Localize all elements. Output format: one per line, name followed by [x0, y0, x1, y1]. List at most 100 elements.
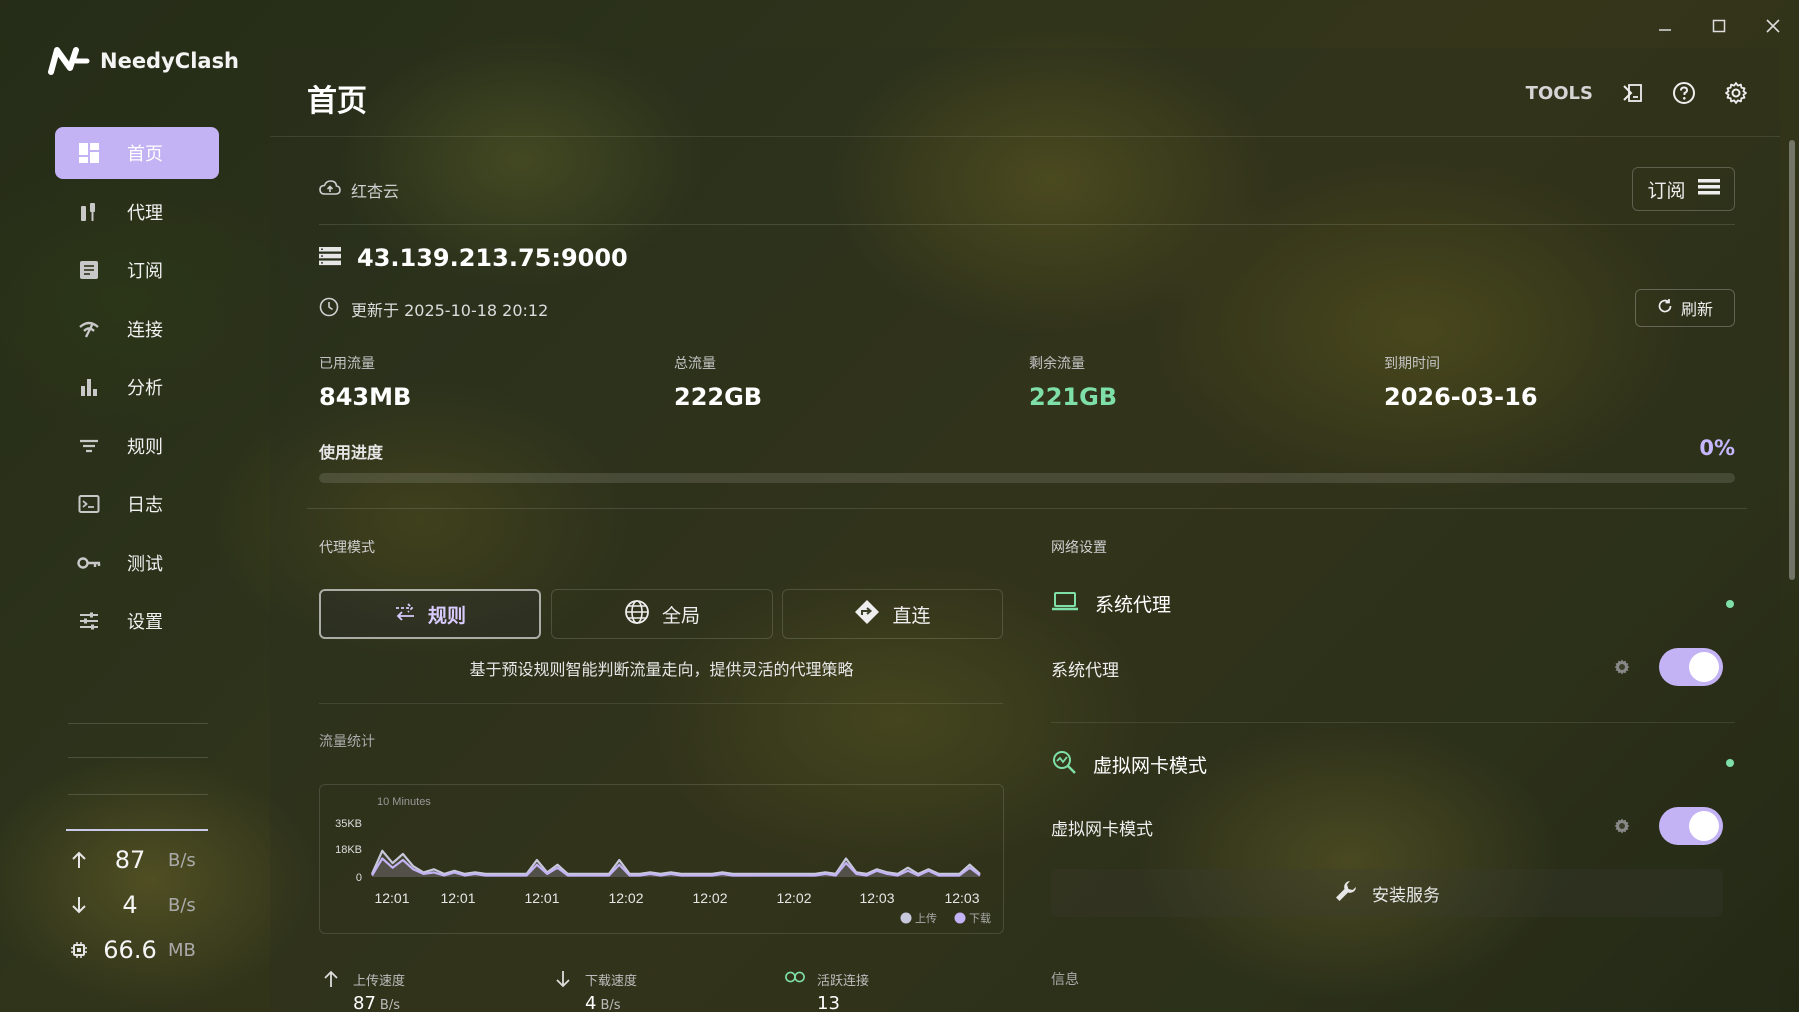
- system-proxy-label: 系统代理: [1051, 661, 1119, 681]
- system-proxy-heading: 系统代理: [1051, 590, 1171, 617]
- sidebar-download-speed: 4 B/s: [66, 891, 216, 919]
- chart-x-tick: 12:02: [776, 890, 811, 906]
- traffic-stats-title: 流量统计: [319, 734, 375, 750]
- system-proxy-gear-icon[interactable]: [1612, 657, 1632, 677]
- progress-percent: 0%: [1699, 436, 1735, 460]
- filter-icon: [55, 435, 123, 457]
- chart-y-tick: 18KB: [335, 844, 362, 856]
- app-logo: NeedyClash: [48, 46, 239, 76]
- key-icon: [55, 552, 123, 574]
- traffic-chart: 10 Minutes 35KB 18KB 0 12:01 12:01 12:01 12:02 1…: [319, 784, 1004, 934]
- sidebar-divider: [68, 723, 208, 724]
- wrench-icon: [1334, 879, 1358, 908]
- traffic-stats: 已用流量 843MB 总流量 222GB 剩余流量 221GB 到期时间 202…: [319, 353, 1739, 411]
- sidebar-item-subscription[interactable]: 订阅: [55, 244, 219, 296]
- system-proxy-status-dot: [1726, 600, 1734, 608]
- chart-x-tick: 12:01: [524, 890, 559, 906]
- sidebar-item-logs[interactable]: 日志: [55, 478, 219, 530]
- sidebar-item-analysis[interactable]: 分析: [55, 361, 219, 413]
- sidebar-item-proxy[interactable]: 代理: [55, 186, 219, 238]
- chart-title: 10 Minutes: [377, 796, 431, 808]
- minimize-icon[interactable]: [1653, 14, 1677, 38]
- subscription-button[interactable]: 订阅: [1632, 167, 1735, 211]
- subscription-divider: [319, 224, 1735, 225]
- arrow-down-icon: [66, 896, 92, 914]
- sidebar-item-connection[interactable]: 连接: [55, 303, 219, 355]
- bottom-upload-speed: 上传速度 87 B/s: [321, 970, 405, 1012]
- mode-description: 基于预设规则智能判断流量走向，提供灵活的代理策略: [469, 660, 854, 679]
- subscription-icon: [55, 259, 123, 281]
- chart-x-tick: 12:01: [440, 890, 475, 906]
- terminal-send-icon[interactable]: [1619, 80, 1645, 106]
- sidebar-item-label: 测试: [127, 553, 163, 575]
- sidebar-item-home[interactable]: 首页: [55, 127, 219, 179]
- card-divider: [307, 508, 1747, 509]
- subscription-name-row: 红杏云: [319, 178, 399, 202]
- page-title: 首页: [307, 84, 367, 119]
- tun-mode-label: 虚拟网卡模式: [1051, 820, 1153, 840]
- dashboard-icon: [55, 142, 123, 164]
- tun-mode-toggle[interactable]: [1659, 807, 1723, 845]
- stat-expiry: 到期时间 2026-03-16: [1384, 356, 1538, 411]
- close-icon[interactable]: [1761, 14, 1785, 38]
- sidebar-divider: [68, 757, 208, 758]
- chart-legend-dot: [954, 912, 966, 924]
- refresh-button[interactable]: 刷新: [1635, 289, 1735, 327]
- server-address: 43.139.213.75:9000: [357, 244, 628, 272]
- updated-row: 更新于 2025-10-18 20:12: [319, 297, 548, 321]
- tools-button[interactable]: TOOLS: [1526, 83, 1593, 104]
- sidebar-item-settings[interactable]: 设置: [55, 595, 219, 647]
- sidebar-item-rules[interactable]: 规则: [55, 420, 219, 472]
- list-icon: [1697, 178, 1720, 201]
- maximize-icon[interactable]: [1707, 14, 1731, 38]
- progress-label: 使用进度: [319, 443, 384, 462]
- mode-rule-button[interactable]: 规则: [319, 589, 541, 639]
- gear-icon[interactable]: [1723, 80, 1749, 106]
- sidebar-item-label: 代理: [127, 202, 163, 224]
- main-scrollbar[interactable]: [1789, 140, 1795, 580]
- chart-x-tick: 12:03: [944, 890, 979, 906]
- install-service-button[interactable]: 安装服务: [1051, 869, 1723, 917]
- mode-direct-button[interactable]: 直连: [782, 589, 1003, 639]
- info-title: 信息: [1051, 972, 1079, 988]
- arrow-down-icon: [553, 970, 573, 1012]
- chart-legend-label: 上传: [915, 912, 937, 925]
- usage-progress-bar: [319, 473, 1735, 483]
- app-name: NeedyClash: [100, 49, 240, 73]
- stat-used: 已用流量 843MB: [319, 356, 412, 411]
- sidebar-item-label: 分析: [127, 378, 163, 399]
- direction-icon: [854, 599, 880, 630]
- proxy-mode-title: 代理模式: [319, 540, 375, 556]
- subscription-name: 红杏云: [351, 182, 400, 201]
- mode-divider: [319, 703, 1003, 704]
- server-row: 43.139.213.75:9000: [319, 244, 628, 272]
- memory-chip-icon: [66, 941, 92, 959]
- chart-y-tick: 0: [356, 872, 362, 884]
- chart-legend-label: 下载: [969, 912, 991, 925]
- refresh-icon: [1657, 298, 1673, 318]
- globe-icon: [624, 599, 650, 630]
- sidebar-item-label: 规则: [127, 436, 163, 458]
- mode-global-button[interactable]: 全局: [551, 589, 773, 639]
- chart-x-tick: 12:02: [608, 890, 643, 906]
- arrow-up-icon: [66, 851, 92, 869]
- sidebar-item-test[interactable]: 测试: [55, 537, 219, 589]
- updated-time: 更新于 2025-10-18 20:12: [351, 301, 549, 320]
- help-icon[interactable]: [1671, 80, 1697, 106]
- sidebar-divider: [68, 794, 208, 795]
- tun-mode-status-dot: [1726, 759, 1734, 767]
- needyclash-logo-icon: [48, 47, 90, 75]
- tun-mode-gear-icon[interactable]: [1612, 816, 1632, 836]
- laptop-icon: [1051, 590, 1079, 617]
- bottom-active-connections: 活跃连接 13: [785, 970, 869, 1012]
- sidebar-item-label: 首页: [127, 144, 163, 165]
- sidebar-memory-usage: 66.6 MB: [66, 936, 216, 964]
- system-proxy-toggle[interactable]: [1659, 648, 1723, 686]
- stat-total: 总流量 222GB: [674, 356, 763, 411]
- network-scan-icon: [1051, 749, 1077, 780]
- chart-x-tick: 12:01: [374, 890, 409, 906]
- chart-legend-dot: [900, 912, 912, 924]
- speed-indicator-line: [66, 829, 208, 831]
- header-divider: [270, 136, 1780, 137]
- cloud-upload-icon: [319, 179, 341, 201]
